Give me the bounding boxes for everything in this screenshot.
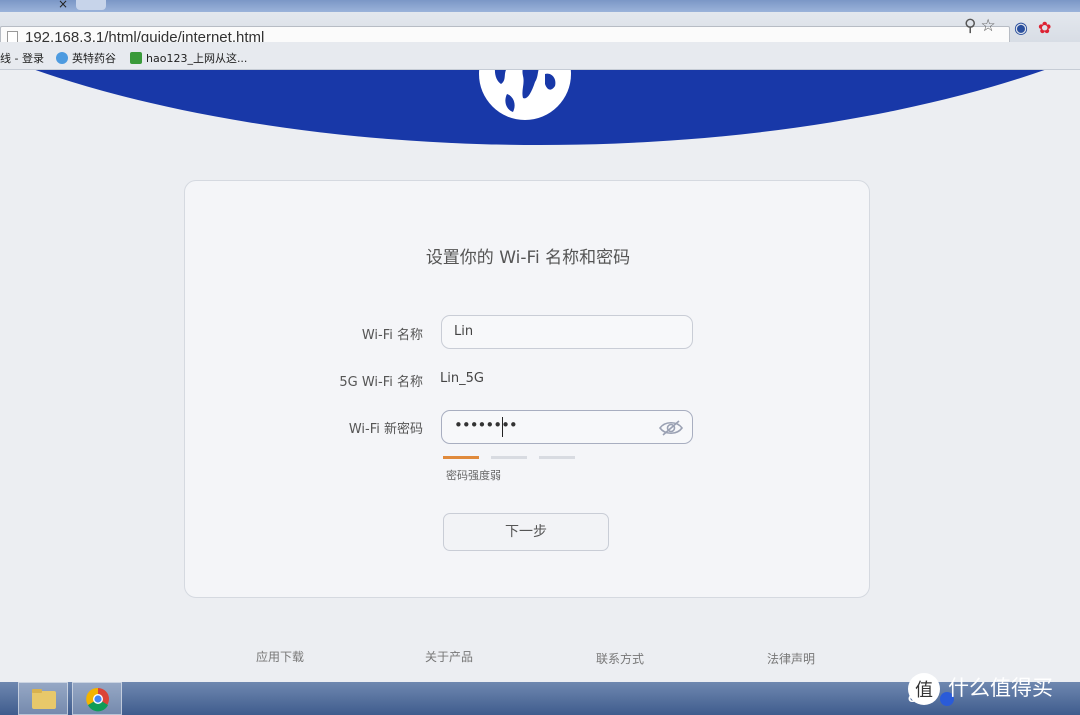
wifi-password-input[interactable]: •••••••• (441, 410, 693, 444)
bookmark-label: 线 - 登录 (0, 52, 44, 65)
password-strength-label: 密码强度弱 (446, 469, 501, 482)
bookmark-item[interactable]: 线 - 登录 (0, 50, 44, 66)
password-strength-bar-1 (443, 456, 479, 459)
wifi5g-name-label: 5G Wi-Fi 名称 (339, 375, 423, 390)
chrome-icon (86, 687, 109, 712)
tab-close-icon[interactable]: × (58, 0, 68, 11)
globe-icon (479, 70, 571, 120)
router-setup-page: 设置你的 Wi-Fi 名称和密码 Wi-Fi 名称 Lin 5G Wi-Fi 名… (0, 70, 1080, 682)
footer-link-legal[interactable]: 法律声明 (767, 650, 815, 667)
bookmark-favicon-icon (130, 52, 142, 64)
folder-icon (32, 689, 56, 709)
key-icon[interactable]: ⚲ (964, 16, 980, 36)
footer-link-about[interactable]: 关于产品 (425, 648, 473, 665)
wifi-name-value: Lin (454, 324, 474, 339)
bookmarks-bar: 线 - 登录 英特药谷 hao123_上网从这... (0, 42, 1080, 70)
star-icon[interactable]: ☆ (980, 16, 999, 36)
watermark: 什么值得买 (908, 672, 1053, 706)
watermark-text: 什么值得买 (948, 676, 1053, 700)
wifi-name-label: Wi-Fi 名称 (361, 328, 423, 343)
new-tab-button[interactable] (76, 0, 106, 10)
extension-icon[interactable]: ◉ (1014, 18, 1028, 37)
taskbar-explorer-button[interactable] (18, 682, 68, 715)
password-masked-value: •••••••• (454, 416, 518, 434)
taskbar-chrome-button[interactable] (72, 682, 122, 715)
watermark-logo (908, 673, 940, 705)
wifi5g-name-value: Lin_5G (440, 371, 484, 386)
wifi-password-label: Wi-Fi 新密码 (348, 422, 423, 437)
wifi-name-input[interactable]: Lin (441, 315, 693, 349)
address-bar-actions: ⚲☆ (964, 16, 1000, 36)
show-password-eye-icon[interactable] (658, 418, 684, 438)
bookmark-label: hao123_上网从这... (146, 52, 248, 65)
browser-toolbar: 192.168.3.1/html/guide/internet.html (0, 12, 1080, 50)
bookmark-favicon-icon (56, 52, 68, 64)
footer-link-app-download[interactable]: 应用下载 (256, 648, 304, 665)
bookmark-item[interactable]: 英特药谷 (56, 50, 116, 66)
footer-link-contact[interactable]: 联系方式 (596, 650, 644, 667)
text-caret (502, 417, 503, 437)
bookmark-label: 英特药谷 (72, 52, 116, 65)
page-title: 设置你的 Wi-Fi 名称和密码 (425, 248, 631, 268)
next-button[interactable]: 下一步 (443, 513, 609, 551)
tab-strip: × (0, 0, 1080, 12)
password-strength-bar-3 (539, 456, 575, 459)
wifi-setup-card: 设置你的 Wi-Fi 名称和密码 Wi-Fi 名称 Lin 5G Wi-Fi 名… (184, 180, 870, 598)
weibo-icon[interactable]: ✿ (1038, 18, 1051, 37)
password-strength-bar-2 (491, 456, 527, 459)
bookmark-item[interactable]: hao123_上网从这... (130, 50, 247, 66)
